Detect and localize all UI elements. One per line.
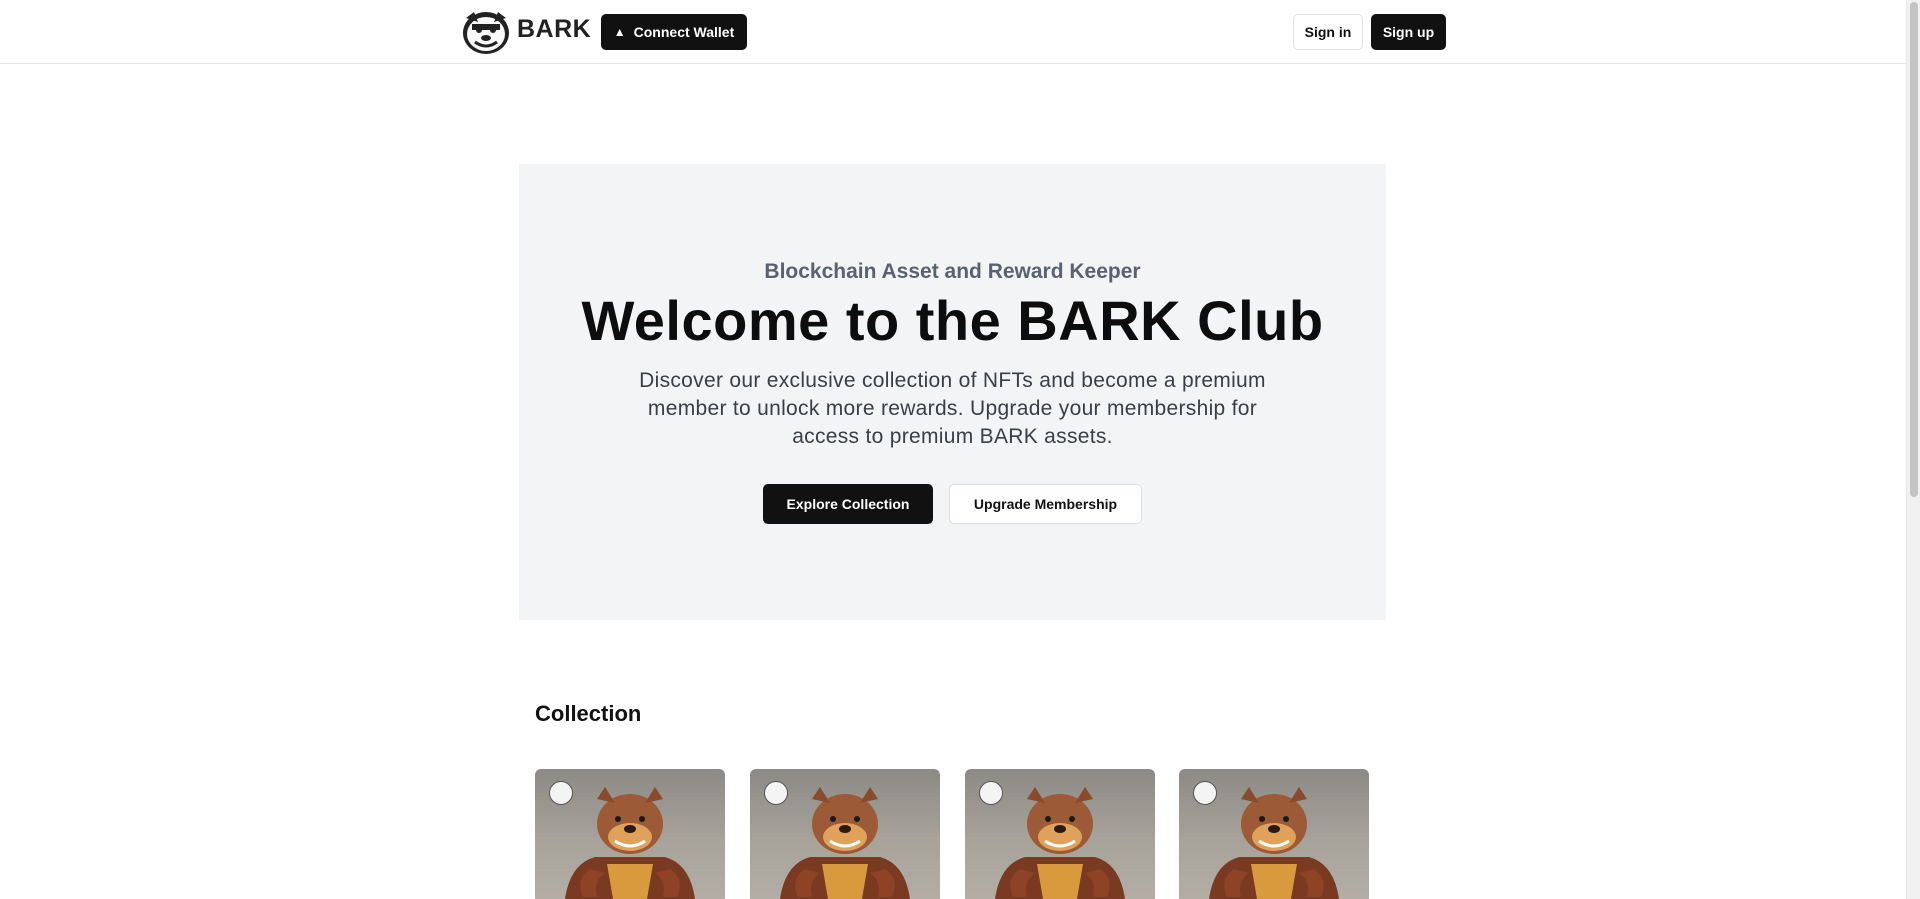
sign-in-button[interactable]: Sign in bbox=[1293, 14, 1363, 50]
explore-collection-button[interactable]: Explore Collection bbox=[763, 484, 933, 524]
brand-name[interactable]: BARK bbox=[517, 15, 591, 44]
connect-wallet-label: Connect Wallet bbox=[633, 24, 735, 40]
sign-up-button[interactable]: Sign up bbox=[1371, 14, 1446, 50]
hero-section: Blockchain Asset and Reward Keeper Welco… bbox=[519, 164, 1386, 620]
nft-card[interactable] bbox=[1179, 769, 1369, 899]
connect-wallet-button[interactable]: ▲ Connect Wallet bbox=[601, 14, 747, 50]
nft-card[interactable] bbox=[750, 769, 940, 899]
bark-badge-icon bbox=[979, 781, 1003, 805]
bark-badge-icon bbox=[764, 781, 788, 805]
bark-logo-icon[interactable] bbox=[460, 8, 512, 56]
nft-card[interactable] bbox=[535, 769, 725, 899]
triangle-icon: ▲ bbox=[613, 25, 626, 39]
upgrade-membership-button[interactable]: Upgrade Membership bbox=[949, 484, 1142, 524]
bark-badge-icon bbox=[1193, 781, 1217, 805]
page-scrollbar[interactable] bbox=[1906, 0, 1920, 899]
hero-title: Welcome to the BARK Club bbox=[581, 289, 1324, 352]
collection-heading: Collection bbox=[535, 701, 642, 726]
hero-subtitle: Blockchain Asset and Reward Keeper bbox=[764, 260, 1141, 283]
hero-description: Discover our exclusive collection of NFT… bbox=[639, 369, 1266, 448]
bark-badge-icon bbox=[549, 781, 573, 805]
nft-card[interactable] bbox=[965, 769, 1155, 899]
scrollbar-thumb[interactable] bbox=[1910, 2, 1918, 497]
top-navigation-bar: BARK ▲ Connect Wallet Sign in Sign up bbox=[0, 0, 1906, 64]
